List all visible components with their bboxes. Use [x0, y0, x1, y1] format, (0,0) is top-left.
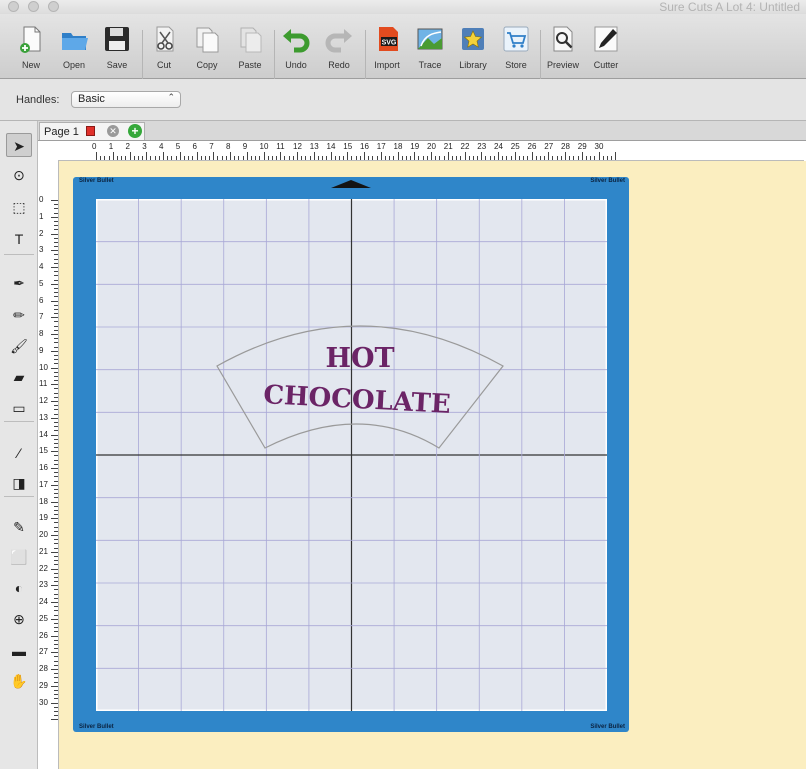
design-text-chocolate[interactable]: CHOCOLATE	[263, 380, 452, 420]
design-layer: HOT CHOCOLATE	[216, 325, 504, 449]
design-text-hot[interactable]: HOT	[325, 343, 394, 374]
